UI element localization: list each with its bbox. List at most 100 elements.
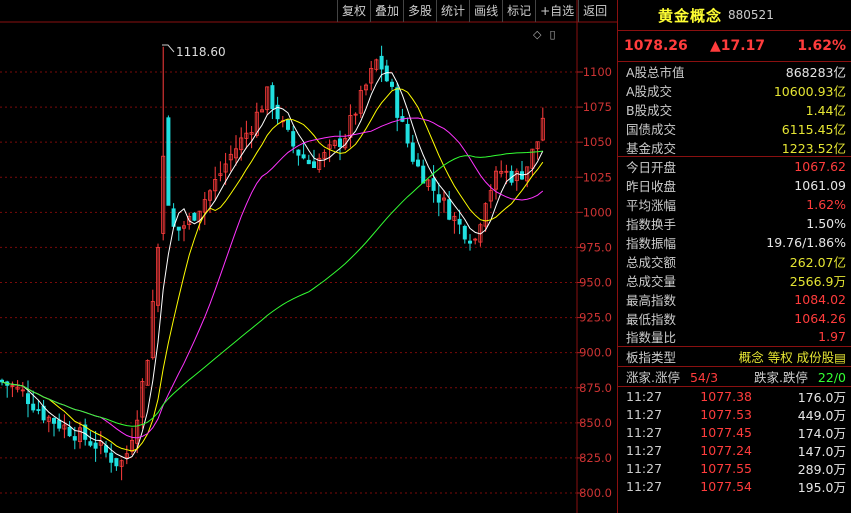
candle-body xyxy=(176,226,181,231)
stat-label: 总成交量 xyxy=(626,273,677,289)
box-icon[interactable]: ▯ xyxy=(549,28,555,41)
stat-label: 平均涨幅 xyxy=(626,198,677,214)
trade-time: 11:27 xyxy=(626,460,663,476)
index-code: 880521 xyxy=(728,8,774,22)
stat-row: 总成交额 262.07亿 xyxy=(618,252,851,271)
stat-row: A股成交 10600.93亿 xyxy=(618,81,851,100)
index-price: 1078.26 xyxy=(624,38,688,54)
toolbar-button[interactable]: 标记 xyxy=(502,0,535,22)
diamond-icon[interactable]: ◇ xyxy=(533,28,541,41)
stat-label: 指数换手 xyxy=(626,217,677,233)
trade-price: 1077.24 xyxy=(700,442,752,458)
sector-type-value[interactable]: 概念 等权 成份股▤ xyxy=(739,347,846,366)
candle-body xyxy=(57,419,62,429)
index-header: 黄金概念 880521 xyxy=(618,0,851,30)
chart-toolbar: 复权 叠加 多股 统计 画线 标记 +自选 返回 xyxy=(337,0,611,22)
candle-body xyxy=(462,225,467,240)
y-tick-label: 900.0 xyxy=(579,346,612,360)
candle-body xyxy=(0,379,4,383)
index-name: 黄金概念 xyxy=(658,6,723,25)
trade-row: 11:27 1077.53 449.0万 xyxy=(618,405,851,423)
chart-corner-icons: ◇ ▯ xyxy=(533,28,556,41)
down-value: 22/0 xyxy=(817,370,846,386)
stat-row: 基金成交 1223.52亿 xyxy=(618,138,851,157)
trade-row: 11:27 1077.45 174.0万 xyxy=(618,423,851,441)
moving-average-line xyxy=(1,150,543,427)
stat-value: 262.07亿 xyxy=(789,254,846,270)
stat-label: 指数量比 xyxy=(626,330,677,346)
candle-body xyxy=(379,55,384,70)
y-tick-label: 875.0 xyxy=(579,381,612,395)
trade-price: 1077.38 xyxy=(700,388,752,404)
trade-row: 11:27 1077.38 176.0万 xyxy=(618,387,851,405)
candle-body xyxy=(436,194,441,203)
toolbar-button[interactable]: 返回 xyxy=(578,0,611,22)
trade-row: 11:27 1077.24 147.0万 xyxy=(618,441,851,459)
y-tick-label: 1025 xyxy=(583,170,612,184)
stat-value: 1.97 xyxy=(818,329,846,345)
trade-vol: 147.0万 xyxy=(797,443,846,459)
y-tick-label: 825.0 xyxy=(579,451,612,465)
toolbar-button[interactable]: 复权 xyxy=(337,0,370,22)
stat-row: 总成交量 2566.9万 xyxy=(618,271,851,290)
stat-label: B股成交 xyxy=(626,102,673,118)
up-value: 54/3 xyxy=(689,370,719,386)
trade-vol: 195.0万 xyxy=(797,479,846,495)
candle-body xyxy=(291,131,296,147)
candle-body xyxy=(447,199,452,220)
toolbar-button[interactable]: 画线 xyxy=(469,0,502,22)
stat-row: 今日开盘 1067.62 xyxy=(618,156,851,176)
candle-body xyxy=(301,154,306,159)
candle-body xyxy=(52,418,57,424)
sector-type-row: 板指类型 概念 等权 成份股▤ xyxy=(618,346,851,366)
stat-value: 1.62% xyxy=(806,197,846,213)
high-annotation: 1118.60 xyxy=(176,45,226,59)
trade-price: 1077.55 xyxy=(700,460,752,476)
candle-body xyxy=(36,409,41,411)
breadth-row: 涨家.涨停 54/3 跌家.跌停 22/0 xyxy=(618,366,851,388)
kline-chart-area[interactable]: 1100 1075 1050 1025 1000 975.0 950.0 925.0 900.0… xyxy=(0,0,617,513)
stat-row: B股成交 1.44亿 xyxy=(618,100,851,119)
kline-chart[interactable]: 1100 1075 1050 1025 1000 975.0 950.0 925.0 900.0… xyxy=(0,0,617,513)
trade-vol: 289.0万 xyxy=(797,461,846,477)
toolbar-button[interactable]: 叠加 xyxy=(370,0,403,22)
candle-body xyxy=(306,159,311,165)
stat-value: 1.50% xyxy=(806,216,846,232)
stats-list: A股总市值 868283亿 A股成交 10600.93亿 B股成交 1.44亿 国债成交 61… xyxy=(618,62,851,346)
y-tick-label: 1000 xyxy=(583,205,612,219)
quote-panel: 黄金概念 880521 1078.26 ▲17.17 1.62% A股总市值 86… xyxy=(617,0,851,513)
stat-label: 昨日收盘 xyxy=(626,179,677,195)
toolbar-button[interactable]: 统计 xyxy=(436,0,469,22)
stat-value: 1061.09 xyxy=(794,178,846,194)
candle-body xyxy=(467,240,472,244)
candle-body xyxy=(415,159,420,167)
trade-row: 11:27 1077.55 289.0万 xyxy=(618,459,851,477)
candle-body xyxy=(410,142,415,162)
candle-body xyxy=(337,138,342,147)
high-marker xyxy=(162,44,175,53)
stat-value: 868283亿 xyxy=(785,64,846,80)
stat-row: A股总市值 868283亿 xyxy=(618,62,851,81)
trade-vol: 174.0万 xyxy=(797,425,846,441)
toolbar-button[interactable]: +自选 xyxy=(535,0,578,22)
moving-average-line xyxy=(1,88,544,452)
y-tick-label: 1050 xyxy=(583,135,612,149)
stat-label: 基金成交 xyxy=(626,140,677,156)
candle-body xyxy=(31,403,36,411)
stat-label: 总成交额 xyxy=(626,254,677,270)
candle-body xyxy=(311,161,316,169)
trade-time: 11:27 xyxy=(626,406,663,422)
stat-label: 最高指数 xyxy=(626,292,677,308)
stat-value: 1084.02 xyxy=(794,291,846,307)
y-tick-label: 800.0 xyxy=(579,486,612,500)
moving-average-line xyxy=(1,117,544,439)
trade-vol: 449.0万 xyxy=(797,407,846,423)
toolbar-button[interactable]: 多股 xyxy=(403,0,436,22)
stat-value: 10600.93亿 xyxy=(773,83,846,99)
candle-body xyxy=(114,458,119,467)
index-change-pct: 1.62% xyxy=(797,38,846,54)
trade-price: 1077.54 xyxy=(700,478,752,494)
stat-row: 指数振幅 19.76/1.86% xyxy=(618,233,851,252)
stat-value: 1223.52亿 xyxy=(781,140,846,156)
candle-body xyxy=(296,149,301,156)
